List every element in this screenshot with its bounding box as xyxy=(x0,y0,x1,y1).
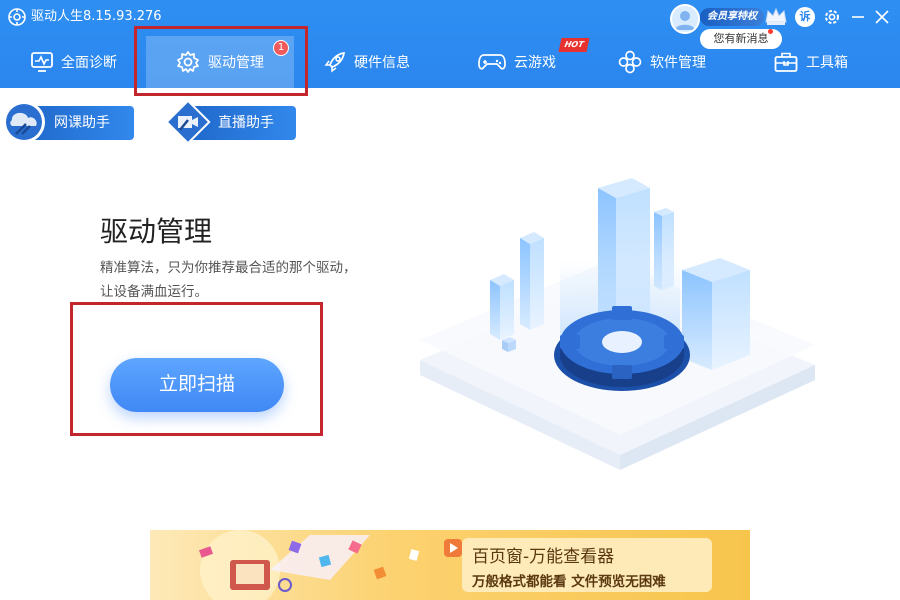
app-window: 驱动人生8.15.93.276 会员享特权 您有新消息 诉 全面诊断 驱动管理 … xyxy=(0,0,900,600)
toolbox-icon xyxy=(774,52,798,72)
rocket-icon xyxy=(324,51,346,73)
vip-privilege-button[interactable]: 会员享特权 xyxy=(700,8,764,26)
assistant-label: 网课助手 xyxy=(54,115,110,131)
tab-label: 工具箱 xyxy=(806,55,848,71)
monitor-icon xyxy=(31,52,53,72)
live-stream-icon xyxy=(165,99,211,145)
minimize-icon[interactable] xyxy=(848,7,868,27)
assistant-label: 直播助手 xyxy=(218,115,274,131)
network-class-icon xyxy=(3,101,45,143)
tab-hardware-info[interactable]: 硬件信息 xyxy=(312,36,422,88)
tab-label: 硬件信息 xyxy=(354,55,410,71)
crown-icon xyxy=(765,7,787,25)
tab-label: 软件管理 xyxy=(650,55,706,71)
hot-tag: HOT xyxy=(558,38,590,52)
app-logo-icon xyxy=(8,8,26,26)
tab-cloud-gaming[interactable]: 云游戏 xyxy=(462,36,572,88)
description-line: 精准算法，只为你推荐最合适的那个驱动， xyxy=(100,260,357,276)
banner-subtitle: 万般格式都能看 文件预览无困难 xyxy=(472,574,666,590)
user-icon xyxy=(675,11,695,30)
close-icon[interactable] xyxy=(872,7,892,27)
page-title: 驱动管理 xyxy=(100,215,213,248)
flower-icon xyxy=(618,50,642,74)
highlight-box-tab xyxy=(134,26,308,96)
gamepad-icon xyxy=(478,54,506,70)
tab-label: 全面诊断 xyxy=(61,55,117,71)
banner-title: 百页窗-万能查看器 xyxy=(472,547,615,567)
settings-gear-icon[interactable] xyxy=(822,7,842,27)
tab-label: 云游戏 xyxy=(514,55,556,71)
promo-banner[interactable]: 百页窗-万能查看器 万般格式都能看 文件预览无困难 xyxy=(150,530,750,600)
banner-artwork xyxy=(198,530,420,600)
description-line: 让设备满血运行。 xyxy=(100,284,208,300)
new-message-dot xyxy=(768,29,773,34)
page-description: 精准算法，只为你推荐最合适的那个驱动， 让设备满血运行。 xyxy=(100,256,410,304)
highlight-box-scan xyxy=(70,302,323,436)
tab-software-management[interactable]: 软件管理 xyxy=(602,36,722,88)
play-icon xyxy=(444,539,462,557)
tab-full-diagnosis[interactable]: 全面诊断 xyxy=(14,36,134,88)
feedback-icon[interactable]: 诉 xyxy=(795,7,815,27)
driver-illustration xyxy=(420,178,815,470)
user-avatar[interactable] xyxy=(670,4,700,34)
tab-toolbox[interactable]: 工具箱 xyxy=(756,36,866,88)
app-title: 驱动人生8.15.93.276 xyxy=(31,9,162,24)
